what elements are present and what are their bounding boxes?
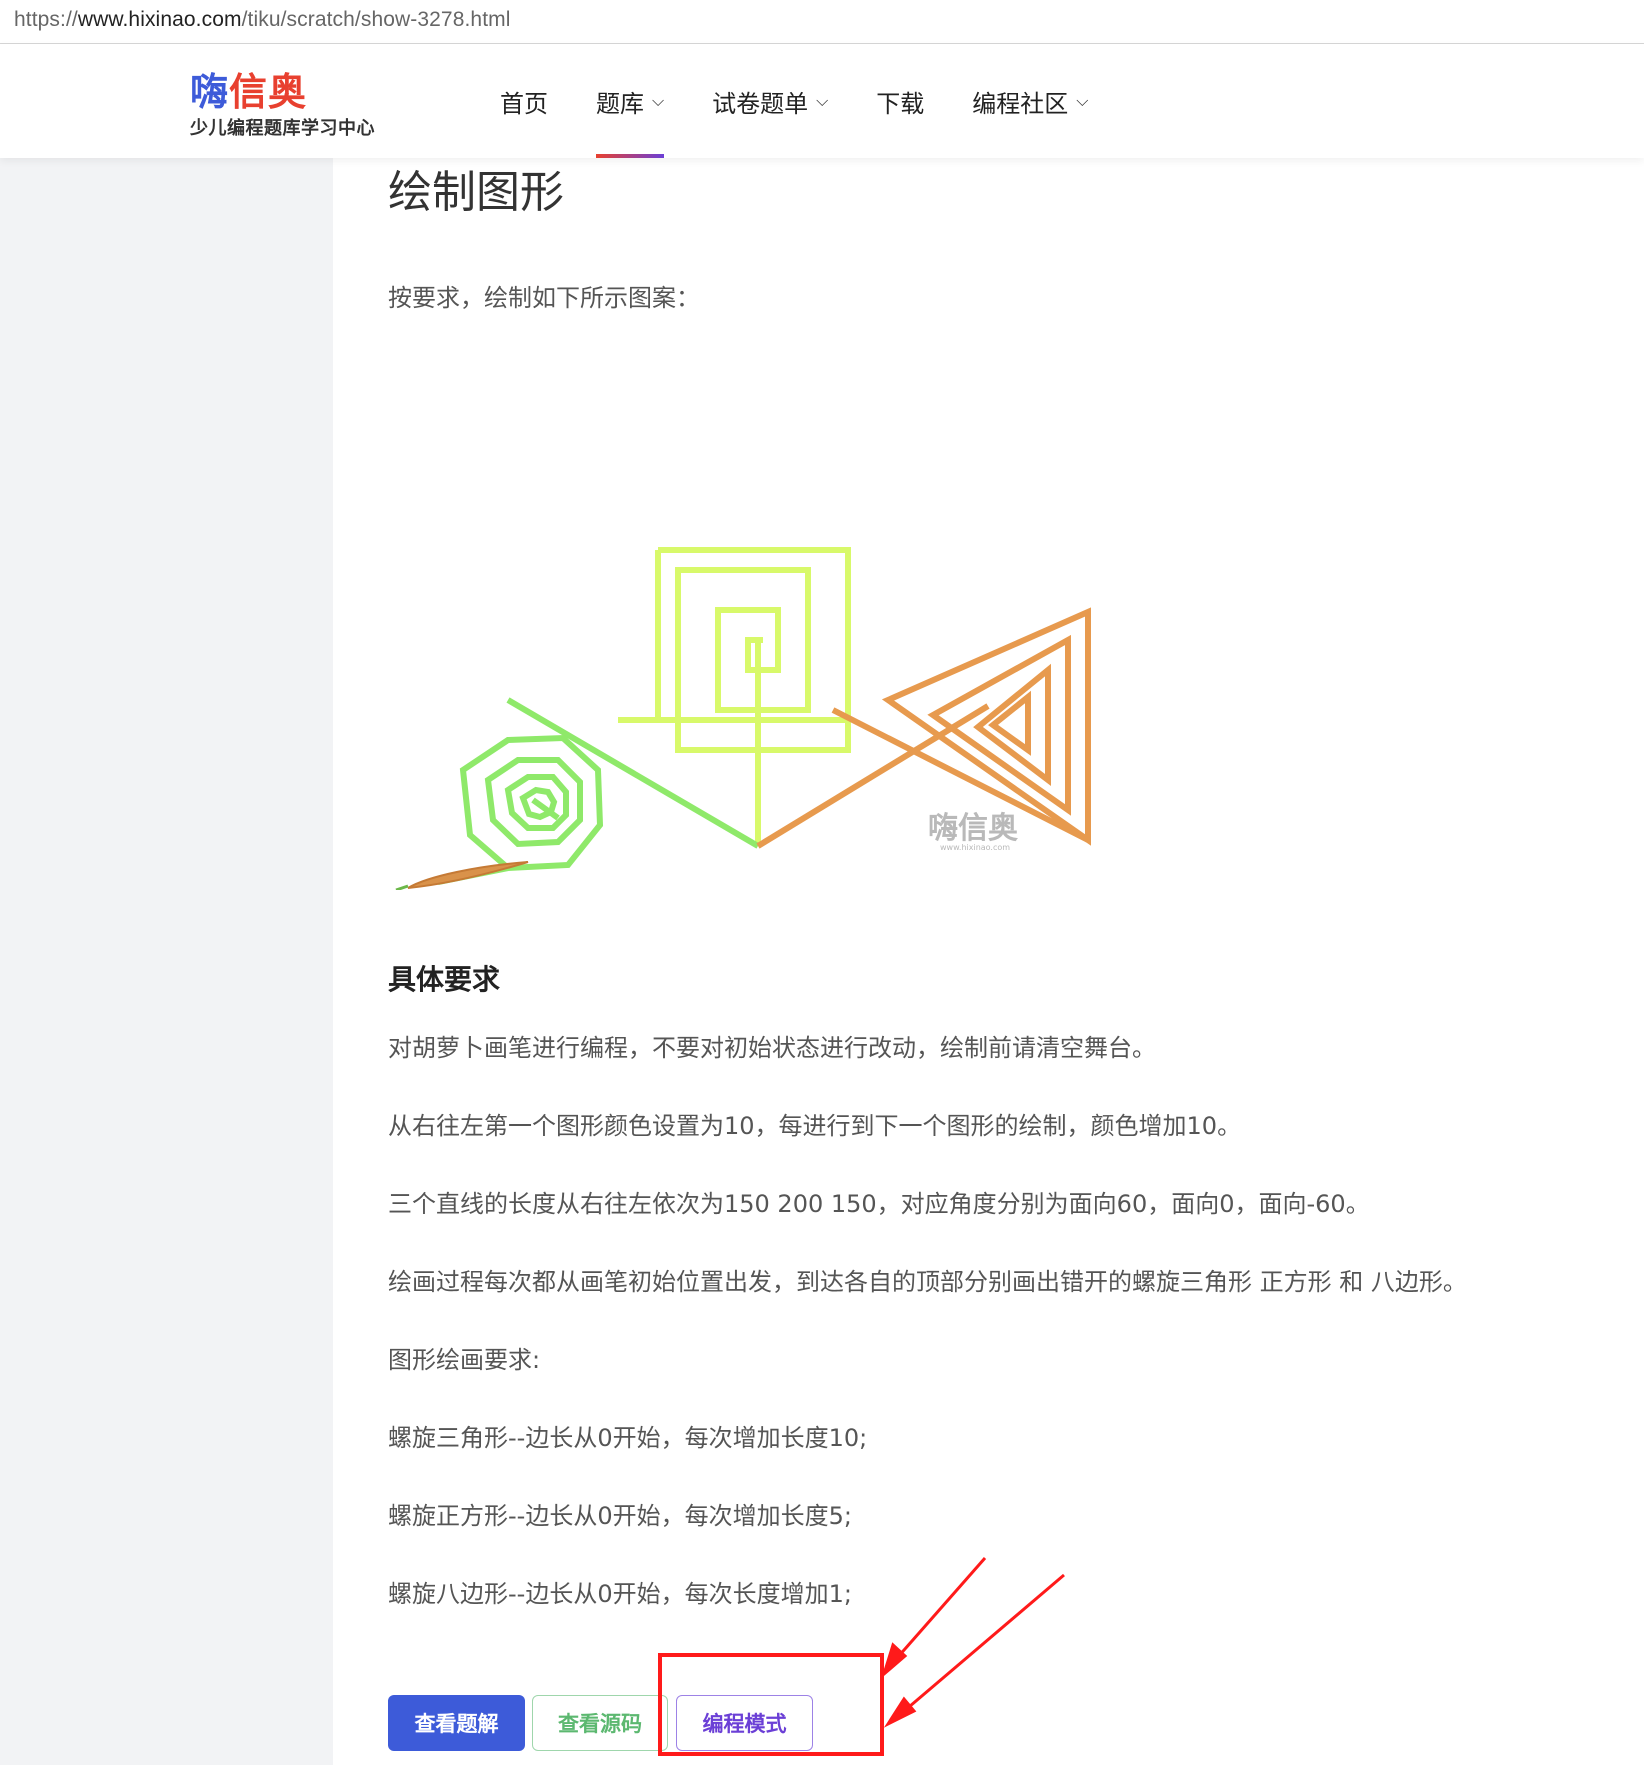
- url-text[interactable]: https://www.hixinao.com/tiku/scratch/sho…: [14, 8, 511, 32]
- arrow-icon: [883, 1573, 1065, 1728]
- page-title: 绘制图形: [388, 167, 564, 218]
- requirement-paragraph: 对胡萝卜画笔进行编程，不要对初始状态进行改动，绘制前请清空舞台。: [388, 1034, 1156, 1062]
- carrot-brush-icon: [395, 861, 529, 890]
- chevron-down-icon: ⌵: [652, 91, 665, 110]
- url-scheme: https://: [14, 8, 78, 31]
- nav-download[interactable]: 下载: [876, 44, 924, 158]
- nav-tiku[interactable]: 题库 ⌵: [596, 44, 665, 158]
- main-nav: 首页 题库 ⌵ 试卷题单 ⌵ 下载 编程社区 ⌵: [500, 44, 1136, 158]
- nav-tiku-label: 题库: [596, 89, 644, 118]
- nav-home-label: 首页: [500, 89, 548, 118]
- arrow-icon: [881, 1557, 987, 1679]
- requirement-paragraph: 图形绘画要求:: [388, 1346, 541, 1374]
- nav-home[interactable]: 首页: [500, 44, 548, 158]
- requirement-paragraph: 从右往左第一个图形颜色设置为10，每进行到下一个图形的绘制，颜色增加10。: [388, 1112, 1242, 1140]
- left-side-panel: [0, 158, 333, 1765]
- watermark-url: www.hixinao.com: [940, 843, 1010, 852]
- nav-papers[interactable]: 试卷题单 ⌵: [712, 44, 828, 158]
- intro-text: 按要求，绘制如下所示图案：: [388, 284, 700, 312]
- requirement-paragraph: 绘画过程每次都从画笔初始位置出发，到达各自的顶部分别画出错开的螺旋三角形 正方形…: [388, 1268, 1467, 1296]
- site-logo[interactable]: 嗨信奥 少儿编程题库学习中心: [190, 72, 375, 140]
- requirements-heading: 具体要求: [388, 963, 501, 996]
- address-bar[interactable]: https://www.hixinao.com/tiku/scratch/sho…: [0, 0, 1644, 44]
- requirement-paragraph: 螺旋三角形--边长从0开始，每次增加长度10;: [388, 1424, 868, 1452]
- requirement-paragraph: 三个直线的长度从右往左依次为150 200 150，对应角度分别为面向60，面向…: [388, 1190, 1370, 1218]
- watermark: 嗨信奥 www.hixinao.com: [928, 811, 1018, 852]
- requirement-paragraph: 螺旋正方形--边长从0开始，每次增加长度5;: [388, 1502, 852, 1530]
- chevron-down-icon: ⌵: [1076, 91, 1089, 110]
- logo-text: 嗨信奥: [190, 72, 375, 112]
- requirement-paragraph: 螺旋八边形--边长从0开始，每次长度增加1;: [388, 1580, 852, 1608]
- logo-slogan: 少儿编程题库学习中心: [190, 118, 375, 139]
- nav-community-label: 编程社区: [972, 89, 1069, 118]
- nav-download-label: 下载: [876, 89, 925, 118]
- chevron-down-icon: ⌵: [816, 91, 829, 110]
- watermark-brand: 嗨信奥: [928, 811, 1018, 846]
- octagon-spiral: [437, 697, 760, 885]
- view-solution-button[interactable]: 查看题解: [388, 1695, 525, 1751]
- url-path: /tiku/scratch/show-3278.html: [241, 8, 511, 31]
- square-spiral: [618, 547, 851, 846]
- code-mode-button[interactable]: 编程模式: [676, 1695, 813, 1751]
- logo-part-1: 嗨: [190, 70, 230, 114]
- logo-part-2: 信奥: [229, 70, 308, 114]
- url-host: www.hixinao.com: [77, 8, 242, 31]
- site-header: 嗨信奥 少儿编程题库学习中心 首页 题库 ⌵ 试卷题单 ⌵ 下载 编程社区 ⌵: [0, 44, 1644, 158]
- pattern-figure: 嗨信奥 www.hixinao.com: [395, 547, 1091, 890]
- nav-community[interactable]: 编程社区 ⌵: [972, 44, 1088, 158]
- view-source-button[interactable]: 查看源码: [532, 1695, 668, 1751]
- nav-papers-label: 试卷题单: [712, 89, 809, 118]
